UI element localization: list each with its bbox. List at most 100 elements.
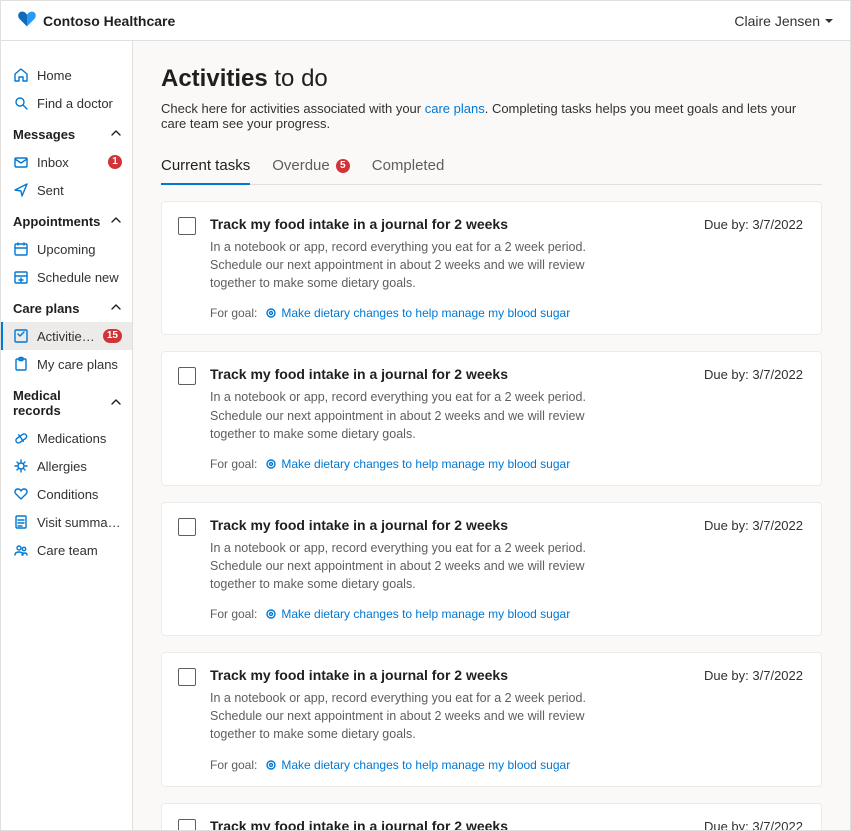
task-description: In a notebook or app, record everything … [210, 689, 610, 743]
sidebar-item-visit-summaries[interactable]: Visit summaries [1, 508, 132, 536]
task-goal-link[interactable]: Make dietary changes to help manage my b… [265, 306, 570, 320]
sidebar-section-medical-records[interactable]: Medical records [1, 378, 132, 424]
sidebar-item-label: Upcoming [37, 242, 122, 257]
task-card: Track my food intake in a journal for 2 … [161, 351, 822, 485]
task-checkbox[interactable] [178, 518, 196, 536]
sidebar-section-messages[interactable]: Messages [1, 117, 132, 148]
mail-icon [13, 154, 29, 170]
tabs: Current tasks Overdue 5 Completed [161, 151, 822, 185]
task-card: Track my food intake in a journal for 2 … [161, 803, 822, 831]
sidebar-item-label: My care plans [37, 357, 122, 372]
main-content: Activities to do Check here for activiti… [133, 41, 850, 830]
task-goal-link[interactable]: Make dietary changes to help manage my b… [265, 457, 570, 471]
pill-icon [13, 430, 29, 446]
allergy-icon [13, 458, 29, 474]
checklist-icon [13, 328, 29, 344]
caret-down-icon [824, 13, 834, 29]
task-title: Track my food intake in a journal for 2 … [210, 667, 692, 683]
calendar-icon [13, 241, 29, 257]
tab-label: Current tasks [161, 157, 250, 174]
tab-overdue[interactable]: Overdue 5 [272, 151, 350, 184]
sidebar-item-find-doctor[interactable]: Find a doctor [1, 89, 132, 117]
task-title: Track my food intake in a journal for 2 … [210, 216, 692, 232]
activities-badge: 15 [103, 329, 122, 343]
sidebar-item-label: Care team [37, 543, 122, 558]
sidebar: Home Find a doctor Messages Inbox 1 [1, 41, 133, 830]
task-card: Track my food intake in a journal for 2 … [161, 652, 822, 786]
sidebar-item-conditions[interactable]: Conditions [1, 480, 132, 508]
overdue-badge: 5 [336, 159, 350, 173]
page-title-bold: Activities [161, 65, 268, 92]
task-goal-label: For goal: [210, 306, 257, 320]
document-icon [13, 514, 29, 530]
sidebar-item-medications[interactable]: Medications [1, 424, 132, 452]
sidebar-item-upcoming[interactable]: Upcoming [1, 235, 132, 263]
task-title: Track my food intake in a journal for 2 … [210, 818, 692, 831]
user-menu[interactable]: Claire Jensen [734, 13, 834, 29]
task-checkbox[interactable] [178, 668, 196, 686]
user-name: Claire Jensen [734, 13, 820, 29]
sidebar-item-my-care-plans[interactable]: My care plans [1, 350, 132, 378]
brand-name: Contoso Healthcare [43, 13, 175, 29]
task-goal-label: For goal: [210, 457, 257, 471]
sidebar-item-label: Inbox [37, 155, 100, 170]
search-person-icon [13, 95, 29, 111]
task-title: Track my food intake in a journal for 2 … [210, 517, 692, 533]
task-description: In a notebook or app, record everything … [210, 388, 610, 442]
sidebar-section-care-plans[interactable]: Care plans [1, 291, 132, 322]
sidebar-item-schedule-new[interactable]: Schedule new [1, 263, 132, 291]
tab-completed[interactable]: Completed [372, 151, 445, 184]
sidebar-item-label: Conditions [37, 487, 122, 502]
section-title: Care plans [13, 301, 110, 316]
chevron-up-icon [110, 214, 122, 229]
task-goal-label: For goal: [210, 607, 257, 621]
task-goal-link-text: Make dietary changes to help manage my b… [281, 306, 570, 320]
task-description: In a notebook or app, record everything … [210, 539, 610, 593]
sidebar-item-home[interactable]: Home [1, 61, 132, 89]
subtitle-text-a: Check here for activities associated wit… [161, 101, 425, 116]
task-checkbox[interactable] [178, 367, 196, 385]
section-title: Messages [13, 127, 110, 142]
task-list: Track my food intake in a journal for 2 … [161, 201, 822, 830]
sidebar-item-label: Allergies [37, 459, 122, 474]
sidebar-item-label: Visit summaries [37, 515, 122, 530]
brand-logo[interactable]: Contoso Healthcare [17, 10, 175, 31]
task-checkbox[interactable] [178, 819, 196, 831]
chevron-up-icon [110, 396, 122, 411]
inbox-badge: 1 [108, 155, 122, 169]
people-icon [13, 542, 29, 558]
task-card: Track my food intake in a journal for 2 … [161, 502, 822, 636]
sidebar-item-care-team[interactable]: Care team [1, 536, 132, 564]
tab-label: Overdue [272, 157, 330, 174]
task-goal-link-text: Make dietary changes to help manage my b… [281, 607, 570, 621]
task-due-date: Due by: 3/7/2022 [704, 367, 803, 382]
sidebar-item-label: Activities to do [37, 329, 95, 344]
task-due-date: Due by: 3/7/2022 [704, 668, 803, 683]
task-due-date: Due by: 3/7/2022 [704, 518, 803, 533]
page-title-rest: to do [268, 65, 328, 92]
sidebar-section-appointments[interactable]: Appointments [1, 204, 132, 235]
app-header: Contoso Healthcare Claire Jensen [1, 1, 850, 41]
sidebar-item-activities[interactable]: Activities to do 15 [1, 322, 132, 350]
tab-current-tasks[interactable]: Current tasks [161, 151, 250, 184]
task-due-date: Due by: 3/7/2022 [704, 217, 803, 232]
sidebar-item-label: Sent [37, 183, 122, 198]
care-plans-link[interactable]: care plans [425, 101, 485, 116]
chevron-up-icon [110, 127, 122, 142]
task-goal-link-text: Make dietary changes to help manage my b… [281, 457, 570, 471]
section-title: Medical records [13, 388, 110, 418]
task-goal-link[interactable]: Make dietary changes to help manage my b… [265, 607, 570, 621]
task-checkbox[interactable] [178, 217, 196, 235]
heart-logo-icon [17, 10, 37, 31]
sidebar-item-inbox[interactable]: Inbox 1 [1, 148, 132, 176]
sidebar-item-sent[interactable]: Sent [1, 176, 132, 204]
calendar-add-icon [13, 269, 29, 285]
sidebar-item-label: Home [37, 68, 122, 83]
task-description: In a notebook or app, record everything … [210, 238, 610, 292]
sidebar-item-label: Medications [37, 431, 122, 446]
sidebar-item-allergies[interactable]: Allergies [1, 452, 132, 480]
task-goal-link[interactable]: Make dietary changes to help manage my b… [265, 758, 570, 772]
task-due-date: Due by: 3/7/2022 [704, 819, 803, 831]
page-subtitle: Check here for activities associated wit… [161, 101, 822, 131]
task-goal-link-text: Make dietary changes to help manage my b… [281, 758, 570, 772]
